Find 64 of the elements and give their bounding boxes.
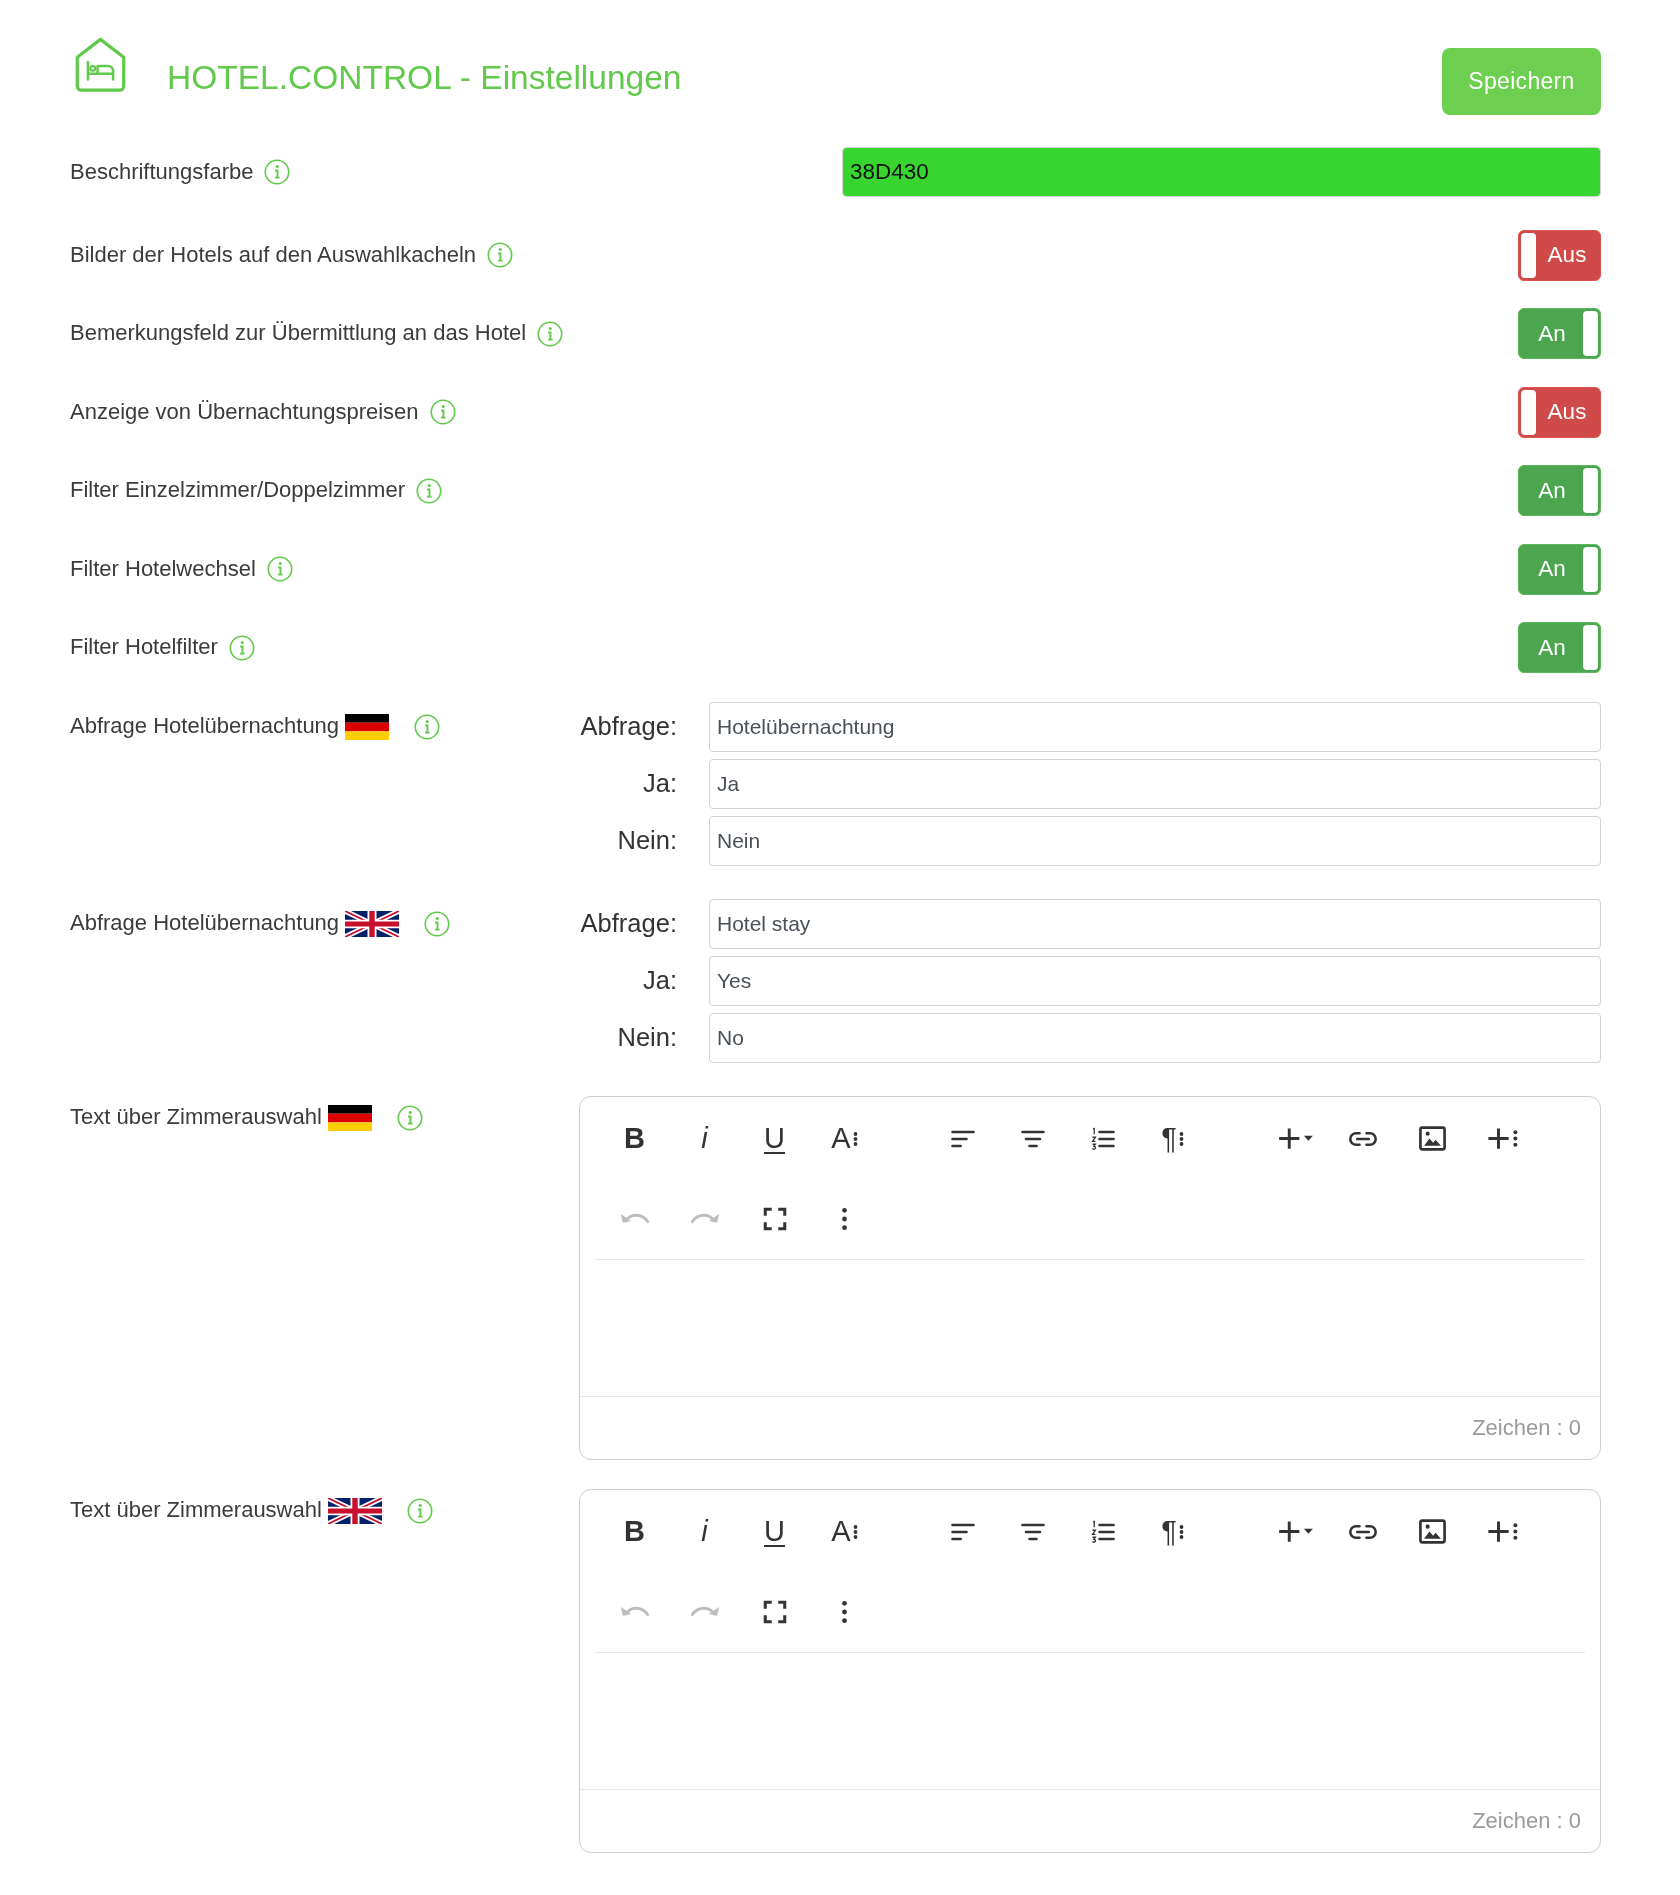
setting-label: Filter Hotelfilter xyxy=(70,634,218,661)
plus-dots-icon xyxy=(1486,1125,1519,1152)
setting-label: Text über Zimmerauswahl xyxy=(70,1497,322,1524)
field-label: Nein: xyxy=(616,825,677,857)
plus-dots-icon xyxy=(1486,1518,1519,1545)
font-size-button[interactable]: A xyxy=(821,1508,868,1555)
uk-flag-icon xyxy=(327,1497,382,1524)
field-label: Ja: xyxy=(641,965,677,997)
setting-label: Bilder der Hotels auf den Auswahlkacheln xyxy=(70,241,477,269)
redo-icon xyxy=(689,1606,720,1617)
vertical-dots-icon xyxy=(852,1130,858,1147)
setting-label: Beschriftungsfarbe xyxy=(70,158,254,186)
bold-button[interactable]: B xyxy=(611,1508,658,1555)
fullscreen-icon xyxy=(761,1598,788,1625)
underline-button[interactable]: U xyxy=(751,1115,798,1162)
setting-label: Filter Einzelzimmer/Doppelzimmer xyxy=(70,477,405,504)
text-input-field[interactable]: Yes xyxy=(709,955,1601,1006)
font-size-button[interactable]: A xyxy=(821,1115,868,1162)
vertical-dots-icon xyxy=(841,1598,848,1625)
german-flag-icon xyxy=(345,713,390,740)
plus-caret-icon xyxy=(1277,1125,1314,1152)
text-input-field[interactable]: Hotelübernachtung xyxy=(709,701,1601,752)
page-title: HOTEL.CONTROL - Einstellungen xyxy=(167,58,682,98)
character-count: Zeichen : 0 xyxy=(1472,1414,1581,1442)
undo-icon xyxy=(619,1213,650,1224)
vertical-dots-icon xyxy=(852,1523,858,1540)
vertical-dots-icon xyxy=(841,1205,848,1232)
undo-icon xyxy=(619,1606,650,1617)
redo-icon xyxy=(689,1213,720,1224)
italic-button[interactable]: i xyxy=(681,1508,728,1555)
paragraph-format-button[interactable]: ¶ xyxy=(1149,1115,1196,1162)
text-editor[interactable]: B i U A ¶ Zeichen : 0 xyxy=(579,1095,1601,1460)
house-bed-icon xyxy=(73,36,128,94)
setting-label: Anzeige von Übernachtungspreisen xyxy=(70,398,419,426)
field-label: Abfrage: xyxy=(579,711,677,743)
paragraph-format-button[interactable]: ¶ xyxy=(1149,1508,1196,1555)
field-label: Ja: xyxy=(641,768,677,800)
underline-button[interactable]: U xyxy=(751,1508,798,1555)
setting-label: Abfrage Hotelübernachtung xyxy=(70,910,340,937)
toggle-switch[interactable]: Aus xyxy=(1518,229,1601,281)
text-input-field[interactable]: No xyxy=(709,1012,1601,1063)
setting-label: Text über Zimmerauswahl xyxy=(70,1104,322,1131)
field-label: Nein: xyxy=(616,1022,677,1054)
setting-label: Abfrage Hotelübernachtung xyxy=(70,713,340,740)
text-input-field[interactable]: Hotel stay xyxy=(709,898,1601,949)
vertical-dots-icon xyxy=(1178,1130,1184,1147)
plus-caret-icon xyxy=(1277,1518,1314,1545)
uk-flag-icon xyxy=(345,910,400,937)
fullscreen-icon xyxy=(761,1205,788,1232)
setting-label: Bemerkungsfeld zur Übermittlung an das Hotel xyxy=(70,320,527,347)
text-input-field[interactable]: Ja xyxy=(709,758,1601,809)
setting-label: Filter Hotelwechsel xyxy=(70,555,256,583)
character-count: Zeichen : 0 xyxy=(1472,1807,1581,1835)
field-label: Abfrage: xyxy=(579,908,677,940)
color-input-field[interactable]: 38D430 xyxy=(842,147,1601,197)
text-input-field[interactable]: Nein xyxy=(709,815,1601,866)
bold-button[interactable]: B xyxy=(611,1115,658,1162)
toggle-switch[interactable]: Aus xyxy=(1518,386,1601,438)
image-icon xyxy=(1418,1124,1447,1153)
image-icon xyxy=(1418,1517,1447,1546)
vertical-dots-icon xyxy=(1178,1523,1184,1540)
italic-button[interactable]: i xyxy=(681,1115,728,1162)
text-editor[interactable]: B i U A ¶ Zeichen : 0 xyxy=(579,1488,1601,1853)
german-flag-icon xyxy=(327,1104,372,1131)
